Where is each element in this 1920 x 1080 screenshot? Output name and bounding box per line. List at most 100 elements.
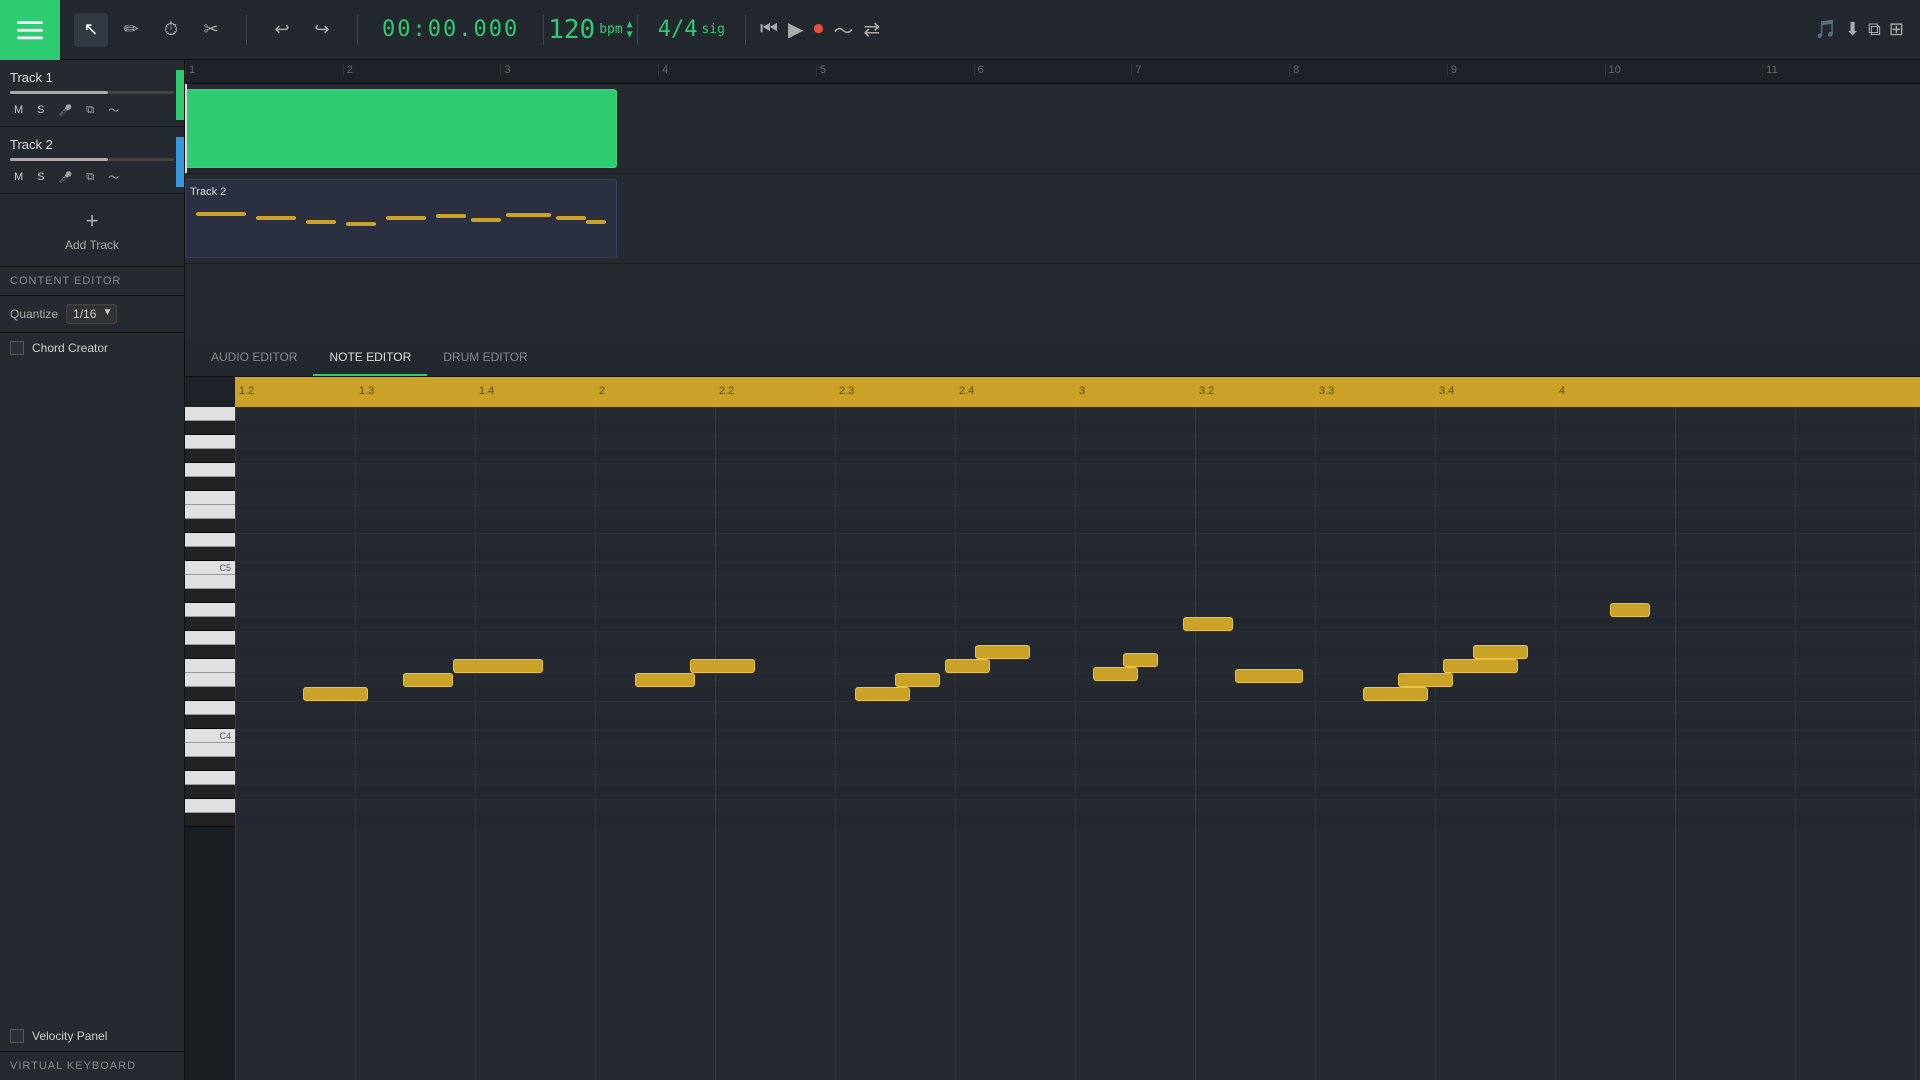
quantize-select[interactable]: 1/16 ▼	[66, 304, 117, 324]
bpm-down[interactable]: ▼	[627, 30, 633, 40]
track-1-mute[interactable]: M	[10, 102, 27, 118]
redo-button[interactable]: ↪	[305, 13, 339, 47]
piano-key-B5[interactable]	[185, 407, 235, 421]
track-1-rec[interactable]: 🎤	[55, 102, 77, 119]
piano-key-C4[interactable]: C4	[185, 729, 235, 743]
record-button[interactable]: ⏺	[813, 18, 823, 41]
play-button[interactable]: ▶	[788, 17, 803, 42]
track-1-solo[interactable]: S	[33, 102, 48, 118]
piano-key-D4[interactable]	[185, 701, 235, 715]
track-2-clip[interactable]: Track 2	[185, 179, 617, 258]
undo-button[interactable]: ↩	[265, 13, 299, 47]
bpm-display[interactable]: 120 bpm ▲ ▼	[548, 15, 632, 45]
midi-note-13[interactable]	[1363, 687, 1428, 701]
piano-key-F4[interactable]	[185, 659, 235, 673]
track-2-volume[interactable]	[10, 158, 174, 161]
track-2-fx[interactable]: ⧉	[82, 169, 98, 186]
piano-key-E5[interactable]	[185, 505, 235, 519]
midi-note-10[interactable]	[1123, 653, 1158, 667]
timeline-ruler[interactable]: 123456789101112	[185, 60, 1920, 84]
scissors-tool[interactable]: ✂	[194, 13, 228, 47]
note-editor-content[interactable]: 1.21.31.422.22.32.433.23.33.44 C5 C4	[185, 377, 1920, 1080]
track-1-fx[interactable]: ⧉	[82, 102, 98, 119]
piano-key-B4[interactable]	[185, 575, 235, 589]
piano-key-A#3[interactable]	[185, 757, 235, 771]
piano-key-D#4[interactable]	[185, 687, 235, 701]
track-2-wave[interactable]: 〜	[104, 167, 123, 187]
track-2-rec[interactable]: 🎤	[55, 169, 77, 186]
menu-button[interactable]	[0, 0, 60, 60]
rewind-button[interactable]: ⏮	[760, 18, 778, 41]
download-button[interactable]: ⬇	[1845, 19, 1860, 40]
piano-key-C#5[interactable]	[185, 547, 235, 561]
piano-key-F5[interactable]	[185, 491, 235, 505]
midi-note-7[interactable]	[945, 659, 990, 673]
bpm-up[interactable]: ▲	[627, 20, 633, 30]
midi-note-15[interactable]	[1443, 659, 1518, 673]
time-signature-display[interactable]: 4/4 sig	[642, 17, 741, 42]
midi-note-0[interactable]	[303, 687, 368, 701]
piano-key-D#5[interactable]	[185, 519, 235, 533]
midi-note-17[interactable]	[1610, 603, 1650, 617]
track-1-wave[interactable]: 〜	[104, 100, 123, 120]
track-2-header: Track 2 M S 🎤 ⧉ 〜	[0, 127, 184, 194]
midi-note-16[interactable]	[1473, 645, 1528, 659]
midi-note-4[interactable]	[690, 659, 755, 673]
mixer-button[interactable]: ⧉	[1868, 19, 1881, 40]
piano-roll[interactable]: C5 C4	[185, 407, 235, 1080]
add-track-button[interactable]: + Add Track	[0, 194, 184, 266]
piano-key-G#4[interactable]	[185, 617, 235, 631]
bpm-arrows[interactable]: ▲ ▼	[627, 20, 633, 40]
midi-note-11[interactable]	[1183, 617, 1233, 631]
piano-key-C#4[interactable]	[185, 715, 235, 729]
piano-key-G3[interactable]	[185, 799, 235, 813]
midi-note-6[interactable]	[895, 673, 940, 687]
midi-note-5[interactable]	[855, 687, 910, 701]
track-2-mute[interactable]: M	[10, 169, 27, 185]
piano-key-G5[interactable]	[185, 463, 235, 477]
pencil-tool[interactable]: ✏	[114, 13, 148, 47]
piano-key-G4[interactable]	[185, 631, 235, 645]
wave-button[interactable]: 〜	[833, 15, 853, 44]
track-2-solo[interactable]: S	[33, 169, 48, 185]
piano-key-A3[interactable]	[185, 771, 235, 785]
midi-note-8[interactable]	[975, 645, 1030, 659]
midi-note-12[interactable]	[1235, 669, 1303, 683]
track-1-clip[interactable]	[185, 89, 617, 168]
track-1-row[interactable]	[185, 84, 1920, 174]
audio-editor-tab[interactable]: AUDIO EDITOR	[195, 340, 313, 376]
grid-button[interactable]: ⊞	[1889, 19, 1904, 40]
note-editor-ruler[interactable]: 1.21.31.422.22.32.433.23.33.44	[235, 377, 1920, 407]
timer-tool[interactable]: ⏱	[154, 13, 188, 47]
piano-key-G#3[interactable]	[185, 785, 235, 799]
velocity-panel-checkbox[interactable]	[10, 1029, 24, 1043]
midi-note-2[interactable]	[453, 659, 543, 673]
midi-note-9[interactable]	[1093, 667, 1138, 681]
piano-key-G#5[interactable]	[185, 449, 235, 463]
metronome-button[interactable]: 🎵	[1815, 19, 1837, 40]
pointer-tool[interactable]: ↖	[74, 13, 108, 47]
piano-key-E4[interactable]	[185, 673, 235, 687]
piano-key-A5[interactable]	[185, 435, 235, 449]
chord-creator-checkbox[interactable]	[10, 341, 24, 355]
note-editor-tab[interactable]: NOTE EDITOR	[313, 340, 427, 376]
note-grid[interactable]	[235, 407, 1920, 1080]
piano-key-A#4[interactable]	[185, 589, 235, 603]
piano-key-A#5[interactable]	[185, 421, 235, 435]
piano-key-B3[interactable]	[185, 743, 235, 757]
loop-button[interactable]: ⇄	[863, 17, 880, 42]
time-display: 00:00.000	[362, 17, 539, 42]
midi-note-1[interactable]	[403, 673, 453, 687]
grid-vline-4	[715, 407, 716, 1080]
midi-note-3[interactable]	[635, 673, 695, 687]
midi-note-14[interactable]	[1398, 673, 1453, 687]
track-2-row[interactable]: Track 2	[185, 174, 1920, 264]
piano-key-F#4[interactable]	[185, 645, 235, 659]
piano-key-D5[interactable]	[185, 533, 235, 547]
piano-key-F#3[interactable]	[185, 813, 235, 827]
piano-key-F#5[interactable]	[185, 477, 235, 491]
drum-editor-tab[interactable]: DRUM EDITOR	[427, 340, 543, 376]
piano-key-C5[interactable]: C5	[185, 561, 235, 575]
track-1-volume[interactable]	[10, 91, 174, 94]
piano-key-A4[interactable]	[185, 603, 235, 617]
